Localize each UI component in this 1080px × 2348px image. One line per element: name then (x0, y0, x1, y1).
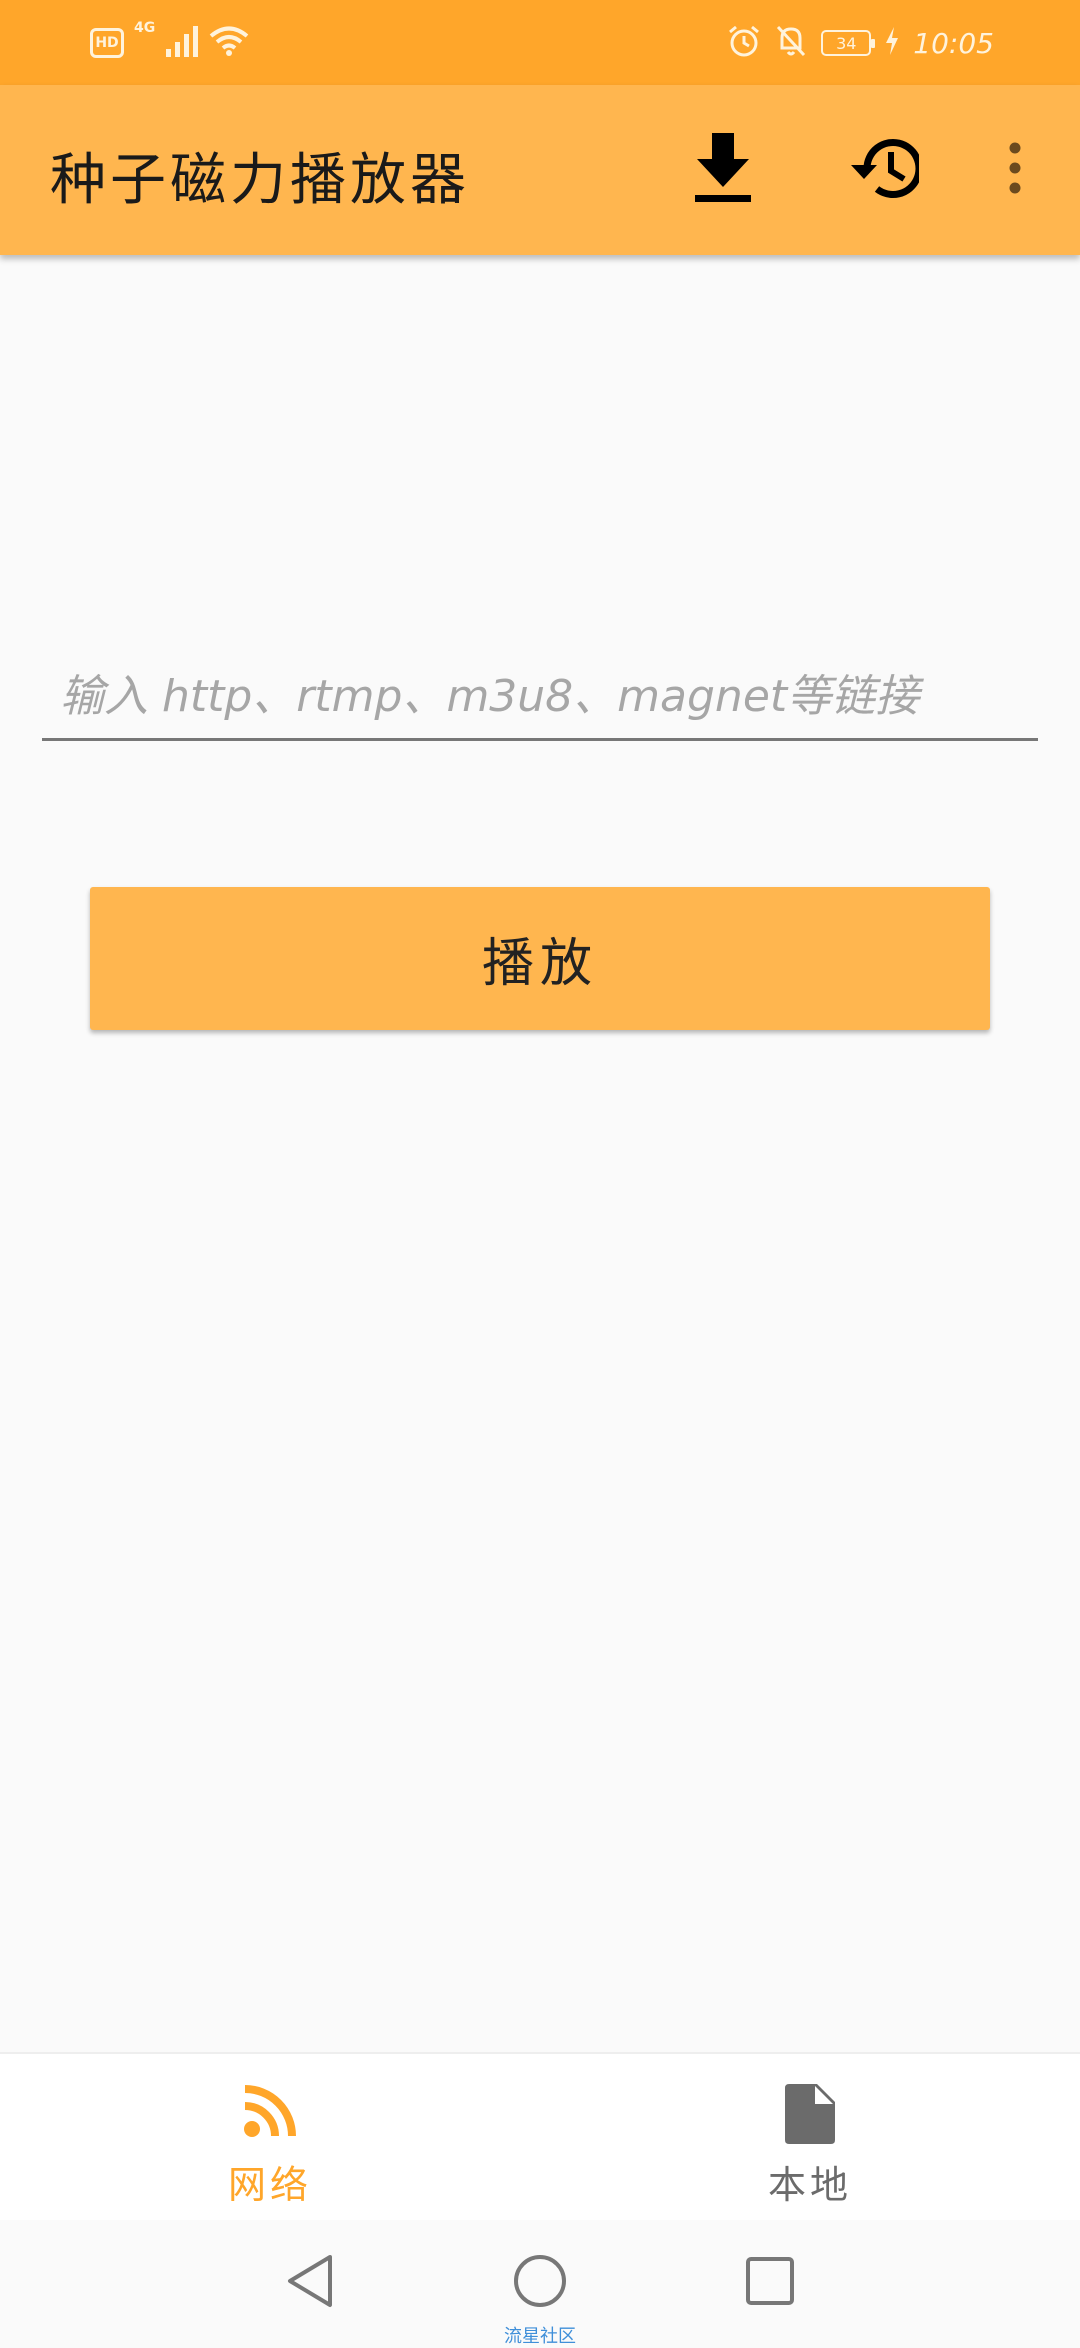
battery-level: 34 (836, 33, 857, 53)
signal-icon (165, 25, 199, 61)
bell-off-icon (775, 24, 807, 62)
status-right: 34 10:05 (727, 22, 994, 64)
clock: 10:05 (913, 26, 994, 60)
system-nav-bar: 流星社区 (0, 2220, 1080, 2347)
recents-square-icon (745, 2256, 795, 2310)
network-type: 4G (134, 20, 156, 36)
alarm-icon (727, 24, 761, 62)
status-left: HD 4G (90, 20, 249, 64)
app-title: 种子磁力播放器 (50, 148, 470, 213)
download-icon (693, 133, 753, 207)
nav-item-local[interactable]: 本地 (540, 2054, 1080, 2222)
history-icon (847, 135, 923, 205)
system-recents-button[interactable] (725, 2238, 815, 2328)
file-icon (540, 2084, 1080, 2144)
play-button[interactable]: 播放 (90, 887, 990, 1030)
more-vert-icon (1008, 142, 1022, 198)
nav-label-network: 网络 (227, 2163, 312, 2207)
history-button[interactable] (838, 125, 928, 215)
battery-icon: 34 (821, 30, 876, 56)
bottom-nav: 网络 本地 (0, 2052, 1080, 2220)
back-triangle-icon (285, 2253, 335, 2313)
watermark: 流星社区 (504, 2326, 576, 2347)
rss-feed-icon (0, 2084, 540, 2138)
url-input[interactable] (42, 655, 1038, 741)
wifi-icon (209, 25, 249, 61)
home-circle-icon (512, 2253, 568, 2313)
status-bar: HD 4G 34 10:05 (0, 0, 1080, 85)
app-bar: 种子磁力播放器 (0, 85, 1080, 255)
more-options-button[interactable] (970, 125, 1060, 215)
hd-badge: HD (90, 28, 124, 58)
charging-icon (885, 27, 899, 59)
system-home-button[interactable] (495, 2238, 585, 2328)
nav-label-local: 本地 (767, 2163, 852, 2207)
download-button[interactable] (678, 125, 768, 215)
nav-item-network[interactable]: 网络 (0, 2054, 540, 2222)
system-back-button[interactable] (265, 2238, 355, 2328)
